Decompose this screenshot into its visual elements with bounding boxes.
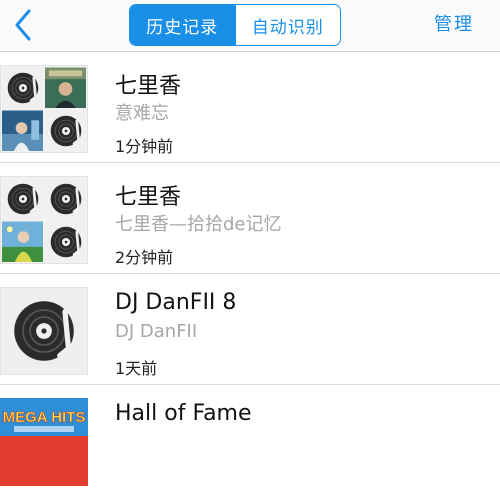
list-item[interactable]: 七里香 七里香—拾拾de记忆 2分钟前 xyxy=(0,163,500,274)
album-cover-image xyxy=(45,67,86,108)
list-item[interactable]: 七里香 意难忘 1分钟前 xyxy=(0,52,500,163)
manage-button[interactable]: 管理 xyxy=(434,10,474,36)
disc-icon xyxy=(45,221,86,262)
album-art xyxy=(0,176,88,264)
song-title: DJ DanFII 8 xyxy=(115,290,237,315)
list-item[interactable]: MEGA HITS Hall of Fame xyxy=(0,385,500,496)
disc-icon xyxy=(2,67,43,108)
album-art xyxy=(0,65,88,153)
chevron-left-icon xyxy=(15,9,31,41)
disc-icon xyxy=(45,178,86,219)
song-subtitle: 意难忘 xyxy=(115,103,169,124)
disc-icon xyxy=(9,296,79,366)
back-button[interactable] xyxy=(6,6,40,44)
album-cover-image xyxy=(2,110,43,151)
disc-icon xyxy=(2,178,43,219)
song-subtitle: 七里香—拾拾de记忆 xyxy=(115,214,282,235)
album-art xyxy=(0,287,88,375)
song-title: 七里香 xyxy=(115,74,182,99)
song-title: Hall of Fame xyxy=(115,401,252,426)
tab-auto-recognize[interactable]: 自动识别 xyxy=(234,5,341,45)
timestamp: 2分钟前 xyxy=(115,248,174,267)
song-title: 七里香 xyxy=(115,185,182,210)
song-subtitle: DJ DanFII xyxy=(115,321,198,342)
album-title-logo: MEGA HITS xyxy=(3,409,86,426)
nav-bar: 历史记录 自动识别 管理 xyxy=(0,0,500,52)
history-list: 七里香 意难忘 1分钟前 七里香 七里香—拾拾de记忆 2分钟前 DJ DanF… xyxy=(0,52,500,496)
tab-history[interactable]: 历史记录 xyxy=(130,5,235,45)
timestamp: 1天前 xyxy=(115,359,158,378)
album-cover-image xyxy=(2,221,43,262)
segmented-control: 历史记录 自动识别 xyxy=(129,4,341,46)
list-item[interactable]: DJ DanFII 8 DJ DanFII 1天前 xyxy=(0,274,500,385)
timestamp: 1分钟前 xyxy=(115,137,174,156)
album-art: MEGA HITS xyxy=(0,398,88,486)
disc-icon xyxy=(45,110,86,151)
